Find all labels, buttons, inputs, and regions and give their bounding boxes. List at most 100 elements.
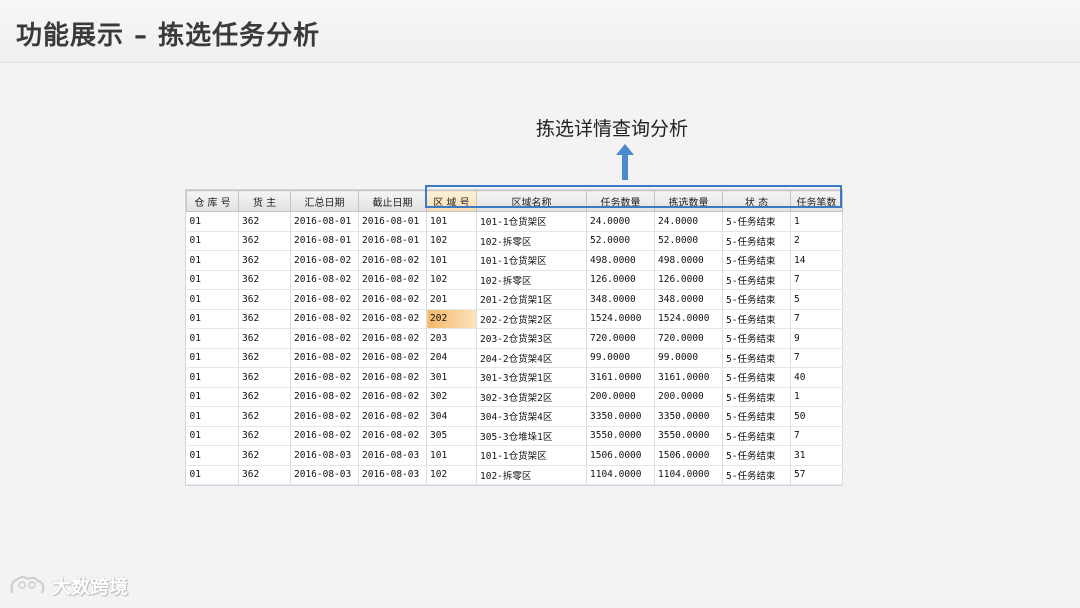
column-header[interactable]: 区 域 号 [426,190,477,212]
table-cell[interactable]: 5-任务结束 [722,387,791,407]
table-cell[interactable]: 5-任务结束 [722,250,791,271]
table-cell[interactable]: 2016-08-01 [290,211,359,232]
table-cell[interactable]: 348.0000 [654,289,723,310]
pick-task-grid[interactable]: 仓 库 号货 主汇总日期 截止日期区 域 号区域名称 任务数量 拣选数量状 态任务笔数… [185,189,843,486]
table-cell[interactable]: 302-3仓货架2区 [476,387,587,407]
column-header[interactable]: 拣选数量 [654,190,723,212]
table-cell[interactable]: 362 [238,465,291,485]
table-cell[interactable]: 7 [790,309,843,329]
table-cell[interactable]: 99.0000 [654,348,723,368]
table-cell[interactable]: 362 [238,348,291,368]
table-cell[interactable]: 2016-08-01 [290,231,359,251]
table-cell[interactable]: 720.0000 [586,328,655,349]
table-cell[interactable]: 3161.0000 [586,367,655,388]
table-cell[interactable]: 01 [186,309,239,329]
column-header[interactable]: 货 主 [238,190,291,212]
table-cell[interactable]: 362 [238,309,291,329]
table-cell[interactable]: 52.0000 [586,231,655,251]
table-cell[interactable]: 2016-08-02 [290,289,359,310]
table-cell[interactable]: 102 [426,465,477,485]
table-cell[interactable]: 200.0000 [586,387,655,407]
table-cell[interactable]: 1524.0000 [586,309,655,329]
table-cell[interactable]: 126.0000 [586,270,655,290]
table-cell[interactable]: 5-任务结束 [722,406,791,427]
table-cell[interactable]: 3350.0000 [586,406,655,427]
table-cell[interactable]: 202 [426,309,477,329]
table-cell[interactable]: 202-2仓货架2区 [476,309,587,329]
table-cell[interactable]: 2016-08-01 [358,231,427,251]
table-cell[interactable]: 362 [238,211,291,232]
table-cell[interactable]: 01 [186,387,239,407]
table-cell[interactable]: 5 [790,289,843,310]
table-row[interactable]: 01 362 2016-08-02 2016-08-02 304 304-3仓货架4区 33… [186,406,843,427]
table-cell[interactable]: 102 [426,270,477,290]
table-cell[interactable]: 2016-08-02 [358,250,427,271]
table-cell[interactable]: 5-任务结束 [722,231,791,251]
table-cell[interactable]: 304-3仓货架4区 [476,406,587,427]
table-cell[interactable]: 01 [186,465,239,485]
table-row[interactable]: 01 362 2016-08-02 2016-08-02 201 201-2仓货架1区 34… [186,289,843,310]
table-cell[interactable]: 3161.0000 [654,367,723,388]
column-header[interactable]: 任务数量 [586,190,655,212]
table-cell[interactable]: 101 [426,250,477,271]
table-cell[interactable]: 362 [238,387,291,407]
table-cell[interactable]: 2016-08-02 [290,328,359,349]
table-cell[interactable]: 2016-08-02 [290,270,359,290]
table-cell[interactable]: 201-2仓货架1区 [476,289,587,310]
table-cell[interactable]: 01 [186,211,239,232]
table-cell[interactable]: 362 [238,426,291,446]
table-cell[interactable]: 301 [426,367,477,388]
table-cell[interactable]: 99.0000 [586,348,655,368]
table-cell[interactable]: 2016-08-02 [358,309,427,329]
table-row[interactable]: 01 362 2016-08-02 2016-08-02 203 203-2仓货架3区 72… [186,328,843,349]
table-cell[interactable]: 1506.0000 [586,445,655,466]
table-cell[interactable]: 362 [238,367,291,388]
table-cell[interactable]: 301-3仓货架1区 [476,367,587,388]
table-cell[interactable]: 200.0000 [654,387,723,407]
table-cell[interactable]: 2016-08-02 [358,328,427,349]
table-cell[interactable]: 362 [238,406,291,427]
table-cell[interactable]: 2016-08-02 [358,406,427,427]
table-cell[interactable]: 5-任务结束 [722,289,791,310]
table-row[interactable]: 01 362 2016-08-03 2016-08-03 102 102-拆零区 1104.… [186,465,843,485]
table-cell[interactable]: 362 [238,270,291,290]
table-cell[interactable]: 5-任务结束 [722,348,791,368]
table-cell[interactable]: 498.0000 [586,250,655,271]
table-cell[interactable]: 01 [186,328,239,349]
table-cell[interactable]: 362 [238,289,291,310]
table-cell[interactable]: 720.0000 [654,328,723,349]
table-cell[interactable]: 1104.0000 [654,465,723,485]
table-cell[interactable]: 01 [186,367,239,388]
table-cell[interactable]: 102-拆零区 [476,270,587,290]
table-cell[interactable]: 101 [426,211,477,232]
table-row[interactable]: 01 362 2016-08-02 2016-08-02 305 305-3仓堆垛1区 35… [186,426,843,446]
table-cell[interactable]: 9 [790,328,843,349]
table-cell[interactable]: 5-任务结束 [722,270,791,290]
table-cell[interactable]: 203-2仓货架3区 [476,328,587,349]
column-header[interactable]: 区域名称 [476,190,587,212]
table-row[interactable]: 01 362 2016-08-02 2016-08-02 302 302-3仓货架2区 20… [186,387,843,407]
column-header[interactable]: 汇总日期 [290,190,359,212]
table-cell[interactable]: 2 [790,231,843,251]
column-header[interactable]: 任务笔数 [790,190,843,212]
table-cell[interactable]: 14 [790,250,843,271]
table-cell[interactable]: 01 [186,289,239,310]
table-cell[interactable]: 01 [186,426,239,446]
table-cell[interactable]: 101 [426,445,477,466]
table-cell[interactable]: 01 [186,348,239,368]
table-cell[interactable]: 102-拆零区 [476,465,587,485]
table-cell[interactable]: 5-任务结束 [722,211,791,232]
table-cell[interactable]: 498.0000 [654,250,723,271]
table-row[interactable]: 01 362 2016-08-02 2016-08-02 202 202-2仓货架2区 15… [186,309,843,329]
table-cell[interactable]: 1104.0000 [586,465,655,485]
table-row[interactable]: 01 362 2016-08-01 2016-08-01 102 102-拆零区 52.00… [186,231,843,251]
table-row[interactable]: 01 362 2016-08-02 2016-08-02 102 102-拆零区 126.0… [186,270,843,290]
table-row[interactable]: 01 362 2016-08-02 2016-08-02 301 301-3仓货架1区 31… [186,367,843,388]
table-cell[interactable]: 102-拆零区 [476,231,587,251]
table-cell[interactable]: 24.0000 [586,211,655,232]
table-cell[interactable]: 5-任务结束 [722,426,791,446]
column-header[interactable]: 状 态 [722,190,791,212]
table-cell[interactable]: 1524.0000 [654,309,723,329]
table-cell[interactable]: 7 [790,426,843,446]
table-cell[interactable]: 362 [238,445,291,466]
